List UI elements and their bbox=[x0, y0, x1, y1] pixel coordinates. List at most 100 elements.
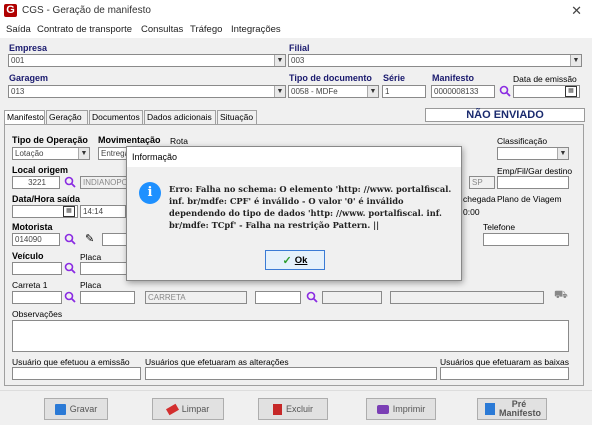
chegada-value: 0:00 bbox=[463, 207, 480, 217]
search-icon[interactable] bbox=[64, 176, 76, 188]
menu-contrato[interactable]: Contrato de transporte bbox=[37, 24, 132, 35]
tab-documentos[interactable]: Documentos bbox=[89, 110, 143, 124]
search-icon[interactable] bbox=[306, 291, 318, 303]
chegada-label: chegada bbox=[463, 194, 496, 204]
usuario-emissao-field bbox=[12, 367, 141, 380]
chevron-down-icon: ▼ bbox=[570, 55, 581, 66]
data-emissao-field[interactable]: ▦ bbox=[513, 85, 580, 98]
serie-label: Série bbox=[383, 73, 406, 83]
observacoes-label: Observações bbox=[12, 309, 63, 319]
carreta-desc-field bbox=[322, 291, 382, 304]
carreta-field[interactable] bbox=[12, 291, 62, 304]
garagem-label: Garagem bbox=[9, 73, 49, 83]
veiculo-field[interactable] bbox=[12, 262, 62, 275]
menu-trafego[interactable]: Tráfego bbox=[190, 24, 222, 35]
empresa-select[interactable]: 001 ▼ bbox=[8, 54, 286, 67]
placa-field[interactable] bbox=[80, 262, 130, 275]
calendar-icon[interactable]: ▦ bbox=[565, 86, 577, 97]
usuarios-baixas-label: Usuários que efetuaram as baixas bbox=[440, 357, 569, 367]
tipo-operacao-value: Lotação bbox=[15, 149, 44, 158]
save-icon bbox=[54, 403, 66, 415]
trash-icon bbox=[272, 403, 282, 415]
menu-integracoes[interactable]: Integrações bbox=[231, 24, 281, 35]
gravar-button[interactable]: Gravar bbox=[44, 398, 108, 420]
local-origem-label: Local origem bbox=[12, 165, 69, 175]
title-bar: G CGS - Geração de manifesto ✕ bbox=[0, 0, 592, 22]
empresa-value: 001 bbox=[11, 56, 25, 65]
chevron-down-icon: ▼ bbox=[274, 86, 285, 97]
menu-saida[interactable]: Saída bbox=[6, 24, 31, 35]
tab-dados-adicionais[interactable]: Dados adicionais bbox=[144, 110, 216, 124]
tab-manifesto[interactable]: Manifesto bbox=[4, 110, 45, 125]
usuarios-alteracoes-field bbox=[145, 367, 437, 380]
motorista-field[interactable]: 014090 bbox=[12, 233, 60, 246]
ok-button[interactable]: ✓ Ok bbox=[265, 250, 325, 270]
menu-consultas[interactable]: Consultas bbox=[141, 24, 183, 35]
carreta-placa-label: Placa bbox=[80, 280, 102, 290]
carreta-extra-field[interactable] bbox=[255, 291, 301, 304]
search-icon[interactable] bbox=[64, 233, 76, 245]
placa-label: Placa bbox=[80, 252, 102, 262]
calendar-icon[interactable]: ▦ bbox=[63, 206, 75, 217]
hora-saida-field[interactable]: 14:14 bbox=[80, 205, 126, 218]
chevron-down-icon: ▼ bbox=[78, 148, 89, 159]
close-icon[interactable]: ✕ bbox=[571, 3, 582, 19]
limpar-label: Limpar bbox=[181, 404, 210, 414]
observacoes-field[interactable] bbox=[12, 320, 569, 352]
garagem-select[interactable]: 013 ▼ bbox=[8, 85, 286, 98]
ok-label: Ok bbox=[294, 254, 308, 266]
search-icon[interactable] bbox=[64, 291, 76, 303]
filial-value: 003 bbox=[291, 56, 305, 65]
tipo-doc-label: Tipo de documento bbox=[289, 73, 372, 83]
search-icon[interactable] bbox=[499, 85, 511, 97]
veiculo-label: Veículo bbox=[12, 251, 44, 261]
classificacao-select[interactable]: ▼ bbox=[497, 147, 569, 160]
motorista-label: Motorista bbox=[12, 222, 53, 232]
carreta-obs-field bbox=[390, 291, 544, 304]
carreta-label: Carreta 1 bbox=[12, 280, 48, 290]
manifesto-field[interactable]: 0000008133 bbox=[431, 85, 495, 98]
dialog-body: i Erro: Falha no schema: O elemento 'htt… bbox=[127, 167, 461, 280]
local-origem-code[interactable]: 3221 bbox=[12, 176, 60, 189]
usuarios-baixas-field bbox=[440, 367, 569, 380]
telefone-label: Telefone bbox=[483, 222, 516, 232]
emp-destino-label: Emp/Fil/Gar destino bbox=[497, 166, 573, 176]
printer-icon bbox=[376, 404, 389, 414]
carreta-placa-field[interactable] bbox=[80, 291, 135, 304]
pre-manifesto-label: Pré Manifesto bbox=[499, 399, 542, 418]
tab-geracao[interactable]: Geração bbox=[46, 110, 88, 124]
filial-select[interactable]: 003 ▼ bbox=[288, 54, 582, 67]
search-icon[interactable] bbox=[64, 262, 76, 274]
telefone-field[interactable] bbox=[483, 233, 569, 246]
rota-label: Rota bbox=[170, 136, 188, 146]
serie-field[interactable]: 1 bbox=[382, 85, 426, 98]
imprimir-label: Imprimir bbox=[392, 404, 426, 414]
limpar-button[interactable]: Limpar bbox=[152, 398, 224, 420]
chevron-down-icon: ▼ bbox=[557, 148, 568, 159]
excluir-label: Excluir bbox=[285, 404, 313, 414]
driver-card-icon[interactable]: ✎ bbox=[85, 232, 94, 245]
eraser-icon bbox=[165, 403, 179, 415]
tab-situacao[interactable]: Situação bbox=[217, 110, 257, 124]
tipo-operacao-select[interactable]: Lotação ▼ bbox=[12, 147, 90, 160]
window-title: CGS - Geração de manifesto bbox=[22, 5, 151, 16]
carreta-tipo-field: CARRETA bbox=[145, 291, 247, 304]
chevron-down-icon: ▼ bbox=[367, 86, 378, 97]
truck-icon[interactable]: ⛟ bbox=[554, 289, 568, 303]
action-bar: Gravar Limpar Excluir Imprimir Pré Manif… bbox=[0, 390, 592, 425]
tipo-operacao-label: Tipo de Operação bbox=[12, 135, 88, 145]
tipo-doc-select[interactable]: 0058 - MDFe ▼ bbox=[288, 85, 379, 98]
imprimir-button[interactable]: Imprimir bbox=[366, 398, 436, 420]
filial-label: Filial bbox=[289, 43, 310, 53]
info-icon: i bbox=[139, 182, 161, 204]
plano-viagem-label: Plano de Viagem bbox=[497, 194, 562, 204]
pre-manifesto-button[interactable]: Pré Manifesto bbox=[477, 398, 547, 420]
uf-field: SP bbox=[469, 176, 495, 189]
excluir-button[interactable]: Excluir bbox=[258, 398, 328, 420]
emp-destino-field[interactable] bbox=[497, 176, 569, 189]
movimentacao-label: Movimentação bbox=[98, 135, 161, 145]
classificacao-label: Classificação bbox=[497, 136, 548, 146]
data-hora-label: Data/Hora saída bbox=[12, 194, 81, 204]
data-saida-field[interactable]: ▦ bbox=[12, 205, 78, 218]
usuarios-alteracoes-label: Usuários que efetuaram as alterações bbox=[145, 357, 289, 367]
